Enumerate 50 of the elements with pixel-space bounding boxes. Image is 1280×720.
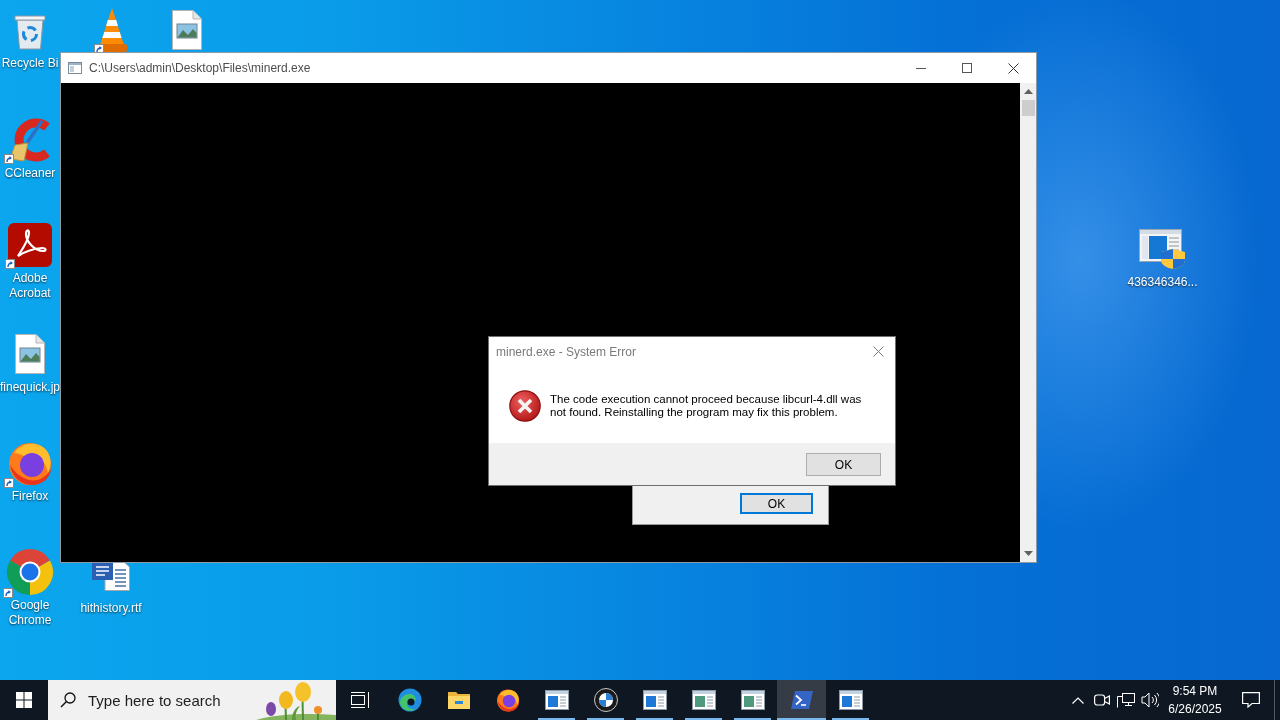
windows-logo-icon: [16, 692, 32, 708]
task-view-icon: [350, 692, 371, 708]
console-icon: [68, 62, 82, 74]
ok-button[interactable]: OK: [806, 453, 881, 476]
desktop-icon-label[interactable]: Adobe Acrobat: [0, 271, 60, 301]
network-icon: [1117, 692, 1135, 708]
error-message: The code execution cannot proceed because libcurl-4.dll was not found. Reinstalling the program may fix this problem.: [550, 392, 863, 419]
image-file-icon[interactable]: [172, 10, 202, 50]
firefox-icon: [495, 688, 520, 712]
window-title: C:\Users\admin\Desktop\Files\minerd.exe: [89, 61, 311, 75]
desktop-icon-label[interactable]: Firefox: [11, 489, 49, 504]
traffic-cone-icon[interactable]: [97, 8, 127, 52]
desktop-icon-label[interactable]: CCleaner: [4, 166, 56, 181]
edge-icon: [397, 688, 422, 712]
ok-button[interactable]: OK: [740, 493, 813, 514]
app-window-icon: [642, 690, 667, 710]
volume-icon: [1141, 692, 1159, 708]
app-window-icon: [740, 690, 765, 710]
error-icon: [509, 390, 541, 422]
dialog-title: minerd.exe - System Error: [496, 344, 637, 359]
scrollbar-thumb[interactable]: [1021, 100, 1035, 116]
close-icon: [872, 346, 884, 357]
minimize-icon: [916, 67, 926, 69]
window-shield-icon[interactable]: [1138, 229, 1187, 269]
search-field[interactable]: Type here to search: [48, 680, 336, 720]
caret-up-icon: [1023, 89, 1033, 94]
desktop-icon-label[interactable]: Google Chrome: [0, 598, 60, 628]
desktop-icon-label[interactable]: hithistory.rtf: [80, 601, 142, 616]
folder-icon: [446, 690, 471, 710]
desktop-icon-label[interactable]: Recycle Bi: [1, 56, 59, 71]
scrollbar[interactable]: [1020, 83, 1036, 562]
search-icon: [60, 692, 76, 708]
caret-down-icon: [1023, 551, 1033, 556]
app-window-icon: [544, 690, 569, 710]
desktop-icon-label[interactable]: 436346346...: [1127, 275, 1198, 290]
desktop-icon-label[interactable]: finequick.jp: [0, 380, 61, 395]
app-window-icon: [691, 690, 716, 710]
clock-button[interactable]: 9:54 PM 6/26/2025: [1162, 680, 1228, 720]
terminal-icon: [789, 690, 814, 710]
acrobat-icon[interactable]: [8, 223, 52, 267]
firefox-icon[interactable]: [7, 440, 53, 486]
notification-icon: [1242, 692, 1260, 708]
video-camera-icon: [1094, 693, 1110, 707]
round-emblem-icon: [593, 688, 618, 712]
caret-up-icon: [1072, 696, 1084, 704]
maximize-icon: [962, 63, 972, 73]
chrome-icon[interactable]: [6, 548, 54, 596]
image-file-icon[interactable]: [15, 334, 45, 374]
app-window-icon: [838, 690, 863, 710]
close-icon: [1007, 62, 1019, 74]
